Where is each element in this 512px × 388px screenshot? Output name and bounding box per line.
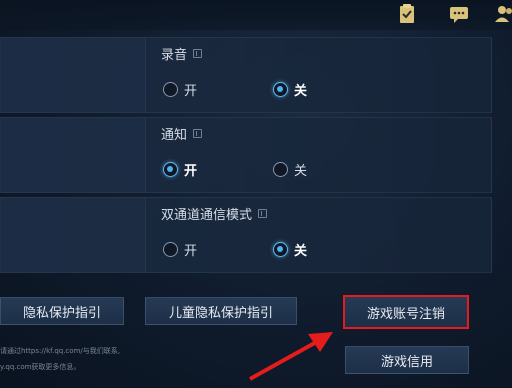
privacy-guide-button[interactable]: 隐私保护指引	[0, 297, 124, 325]
radio-label: 关	[294, 84, 308, 99]
top-bar	[0, 0, 512, 30]
panel-left-section	[1, 118, 146, 192]
game-credit-button[interactable]: 游戏信用	[345, 346, 469, 374]
radio-dual-on[interactable]: 开	[163, 240, 197, 259]
radio-circle	[273, 82, 288, 97]
radio-circle	[163, 242, 178, 257]
chat-icon[interactable]	[448, 3, 470, 25]
panel-left-section	[1, 38, 146, 112]
footnote-line-2: y.qq.com获取更多信息。	[0, 363, 81, 371]
radio-dual-off[interactable]: 关	[273, 240, 307, 259]
setting-panel-dual-channel: 双通道通信模式 开 关	[0, 197, 492, 273]
radio-label: 开	[184, 164, 198, 179]
info-icon[interactable]	[258, 209, 268, 218]
setting-title-text: 双通道通信模式	[161, 208, 253, 223]
radio-notify-off[interactable]: 关	[273, 160, 307, 179]
info-icon[interactable]	[193, 49, 203, 58]
setting-title: 录音	[161, 44, 203, 63]
radio-record-on[interactable]: 开	[163, 80, 197, 99]
setting-title: 双通道通信模式	[161, 204, 268, 223]
friends-icon[interactable]	[494, 3, 512, 25]
radio-notify-on[interactable]: 开	[163, 160, 197, 179]
footnote-line-1: 请通过https://kf.qq.com/与我们联系,	[0, 347, 120, 355]
info-icon[interactable]	[193, 129, 203, 138]
radio-circle	[163, 162, 178, 177]
checklist-icon[interactable]	[396, 3, 418, 25]
radio-label: 开	[184, 244, 198, 259]
radio-label: 开	[184, 84, 198, 99]
setting-title: 通知	[161, 124, 203, 143]
radio-label: 关	[294, 164, 308, 179]
setting-panel-notify: 通知 开 关	[0, 117, 492, 193]
account-cancel-button[interactable]: 游戏账号注销	[343, 295, 469, 329]
panel-left-section	[1, 198, 146, 272]
radio-label: 关	[294, 244, 308, 259]
child-privacy-guide-button[interactable]: 儿童隐私保护指引	[145, 297, 297, 325]
radio-circle	[163, 82, 178, 97]
setting-title-text: 录音	[161, 48, 188, 63]
radio-circle	[273, 242, 288, 257]
radio-circle	[273, 162, 288, 177]
setting-panel-record: 录音 开 关	[0, 37, 492, 113]
radio-record-off[interactable]: 关	[273, 80, 307, 99]
setting-title-text: 通知	[161, 128, 188, 143]
